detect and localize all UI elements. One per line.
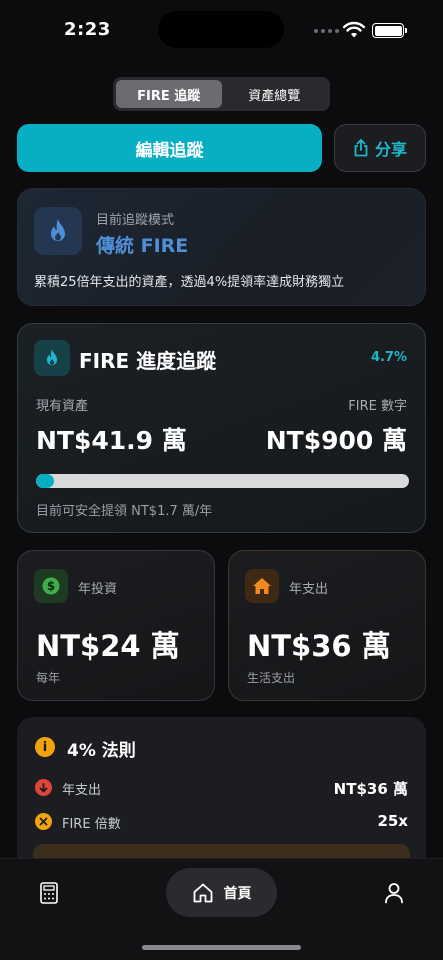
cellular-signal-icon bbox=[314, 29, 339, 33]
current-assets-label: 現有資產 bbox=[36, 399, 89, 414]
dollar-icon: $ bbox=[34, 569, 68, 603]
annual-expense-label: 年支出 bbox=[289, 582, 329, 597]
status-time: 2:23 bbox=[64, 19, 111, 40]
view-switcher: FIRE 追蹤 資產總覽 bbox=[113, 77, 330, 111]
share-label: 分享 bbox=[374, 140, 407, 159]
tab-home-label: 首頁 bbox=[223, 885, 252, 902]
home-icon bbox=[193, 883, 212, 902]
flame-icon bbox=[34, 207, 82, 255]
tab-asset-overview[interactable]: 資產總覽 bbox=[222, 80, 328, 108]
battery-icon bbox=[372, 23, 407, 38]
info-icon: i bbox=[35, 737, 55, 757]
current-assets-value: NT$41.9 萬 bbox=[36, 426, 187, 455]
mode-title: 傳統 FIRE bbox=[96, 235, 189, 257]
tab-home[interactable]: 首頁 bbox=[166, 868, 277, 917]
person-icon[interactable] bbox=[383, 881, 405, 905]
calculator-icon[interactable] bbox=[38, 881, 60, 905]
annual-expense-card[interactable]: 年支出 NT$36 萬 生活支出 bbox=[228, 550, 426, 701]
rule-title: 4% 法則 bbox=[67, 741, 136, 761]
fire-number-label: FIRE 數字 bbox=[348, 399, 407, 414]
tracking-mode-card: 目前追蹤模式 傳統 FIRE 累積25倍年支出的資產，透過4%提領率達成財務獨立 bbox=[17, 188, 426, 306]
house-icon bbox=[245, 569, 279, 603]
dynamic-island bbox=[158, 11, 284, 48]
annual-investment-label: 年投資 bbox=[78, 582, 118, 597]
share-button[interactable]: 分享 bbox=[334, 124, 426, 172]
flame-icon bbox=[34, 340, 70, 376]
home-indicator bbox=[142, 945, 301, 950]
wifi-icon bbox=[343, 21, 365, 38]
rule-row-multiple: FIRE 倍數 25x bbox=[35, 812, 408, 832]
progress-bar-fill bbox=[36, 474, 54, 488]
annual-investment-footnote: 每年 bbox=[36, 671, 61, 685]
annual-investment-value: NT$24 萬 bbox=[36, 629, 180, 663]
status-bar: 2:23 bbox=[0, 0, 443, 60]
rule-row-label: 年支出 bbox=[62, 783, 102, 798]
fire-number-value: NT$900 萬 bbox=[265, 426, 407, 455]
progress-bar bbox=[36, 474, 409, 488]
annual-expense-footnote: 生活支出 bbox=[247, 671, 296, 685]
share-icon bbox=[354, 139, 368, 157]
multiply-icon bbox=[35, 813, 52, 830]
annual-expense-value: NT$36 萬 bbox=[247, 629, 391, 663]
mode-subtitle: 目前追蹤模式 bbox=[96, 213, 175, 228]
safe-withdrawal-note: 目前可安全提領 NT$1.7 萬/年 bbox=[36, 504, 213, 519]
tab-fire-tracking[interactable]: FIRE 追蹤 bbox=[116, 80, 222, 108]
arrow-down-icon bbox=[35, 779, 52, 796]
rule-row-value: NT$36 萬 bbox=[333, 780, 408, 798]
annual-investment-card[interactable]: $ 年投資 NT$24 萬 每年 bbox=[17, 550, 215, 701]
mode-description: 累積25倍年支出的資產，透過4%提領率達成財務獨立 bbox=[34, 275, 345, 290]
fire-progress-card: FIRE 進度追蹤 4.7% 現有資產 FIRE 數字 NT$41.9 萬 NT… bbox=[17, 323, 426, 533]
progress-title: FIRE 進度追蹤 bbox=[79, 349, 217, 373]
edit-tracking-button[interactable]: 編輯追蹤 bbox=[17, 124, 322, 172]
rule-row-value: 25x bbox=[377, 812, 408, 830]
rule-row-expense: 年支出 NT$36 萬 bbox=[35, 778, 408, 798]
rule-row-label: FIRE 倍數 bbox=[62, 817, 121, 832]
progress-percent: 4.7% bbox=[370, 350, 407, 365]
svg-text:$: $ bbox=[47, 579, 55, 593]
